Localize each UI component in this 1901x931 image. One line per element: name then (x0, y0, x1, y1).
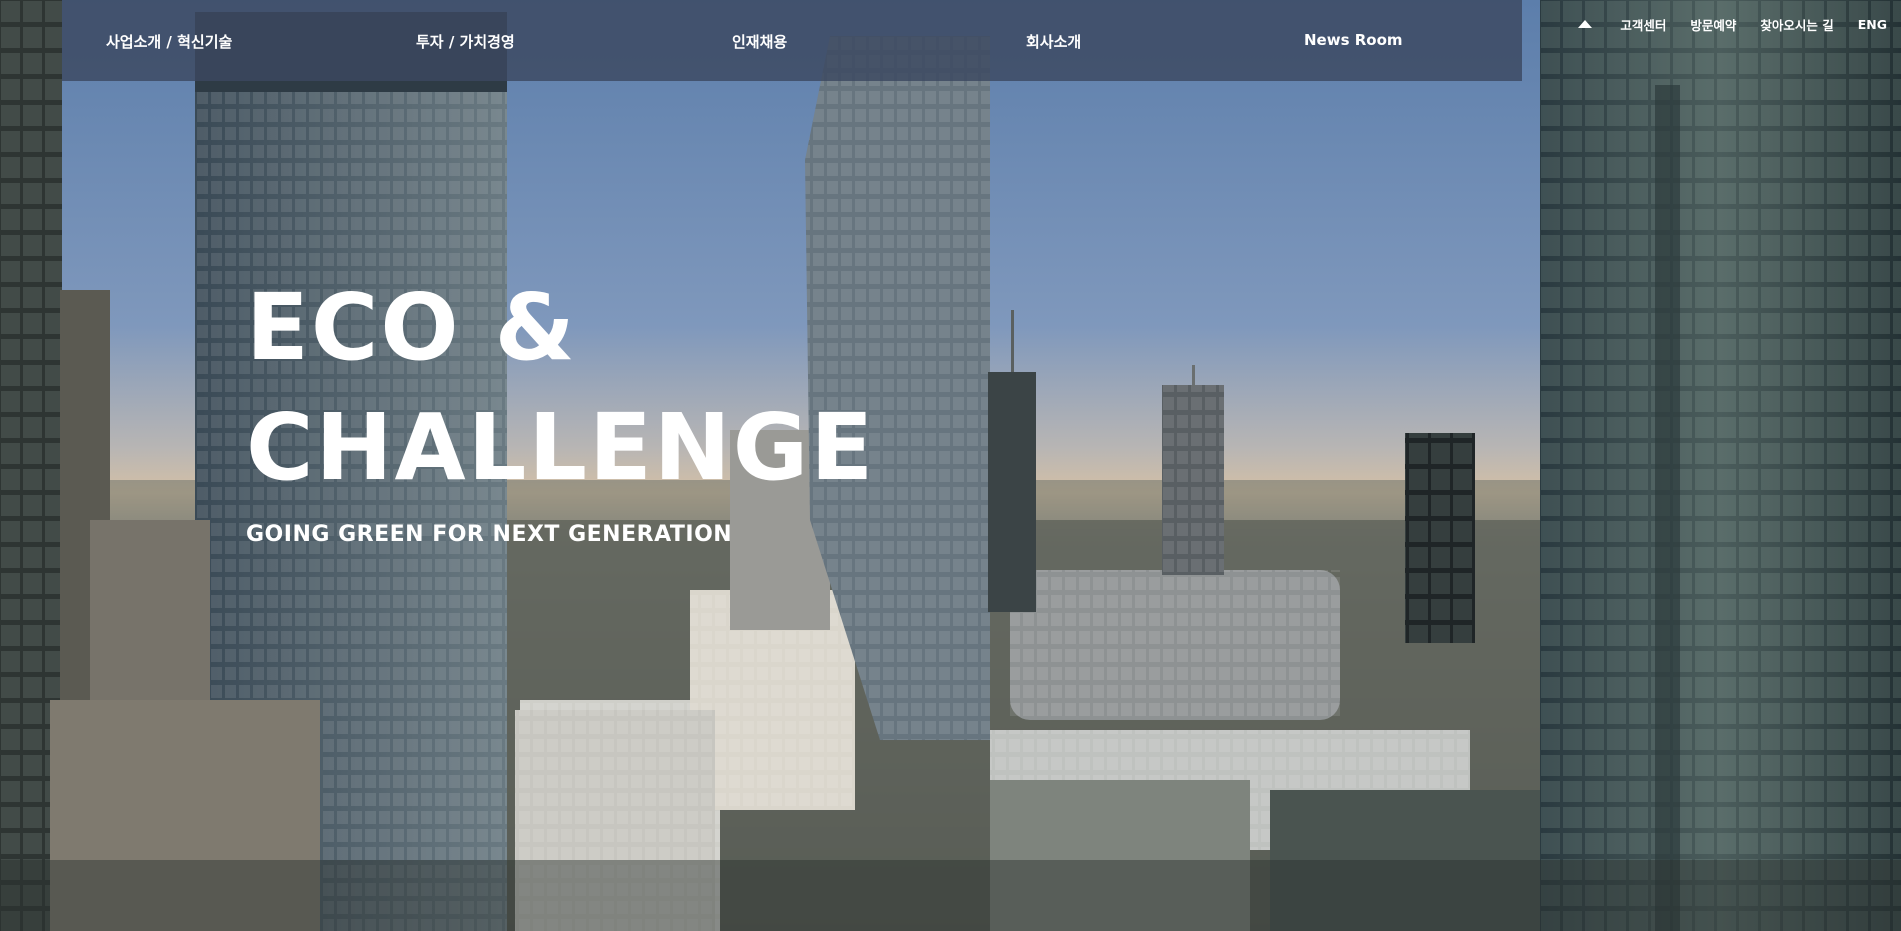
hero-title: ECO & CHALLENGE (246, 268, 875, 508)
hero-subtitle: GOING GREEN FOR NEXT GENERATION (246, 522, 733, 547)
nav-item-business[interactable]: 사업소개 / 혁신기술 (106, 31, 232, 52)
language-toggle[interactable]: ENG (1858, 17, 1887, 32)
visit-reservation-link[interactable]: 방문예약 (1690, 15, 1736, 34)
nav-item-company[interactable]: 회사소개 (1026, 31, 1081, 52)
directions-link[interactable]: 찾아오시는 길 (1760, 15, 1833, 34)
hero-section: ECO & CHALLENGE GOING GREEN FOR NEXT GEN… (246, 268, 875, 547)
main-navigation: 사업소개 / 혁신기술 투자 / 가치경영 인재채용 회사소개 News Roo… (62, 0, 1522, 81)
scroll-top-icon[interactable] (1578, 20, 1593, 28)
utility-menu: 고객센터 방문예약 찾아오시는 길 ENG (1578, 14, 1887, 34)
nav-item-investment[interactable]: 투자 / 가치경영 (416, 31, 515, 52)
customer-center-link[interactable]: 고객센터 (1620, 15, 1666, 34)
hero-title-line-2: CHALLENGE (246, 394, 876, 501)
nav-item-newsroom[interactable]: News Room (1304, 31, 1403, 49)
hero-title-line-1: ECO & (246, 274, 577, 381)
nav-item-recruit[interactable]: 인재채용 (732, 31, 787, 52)
